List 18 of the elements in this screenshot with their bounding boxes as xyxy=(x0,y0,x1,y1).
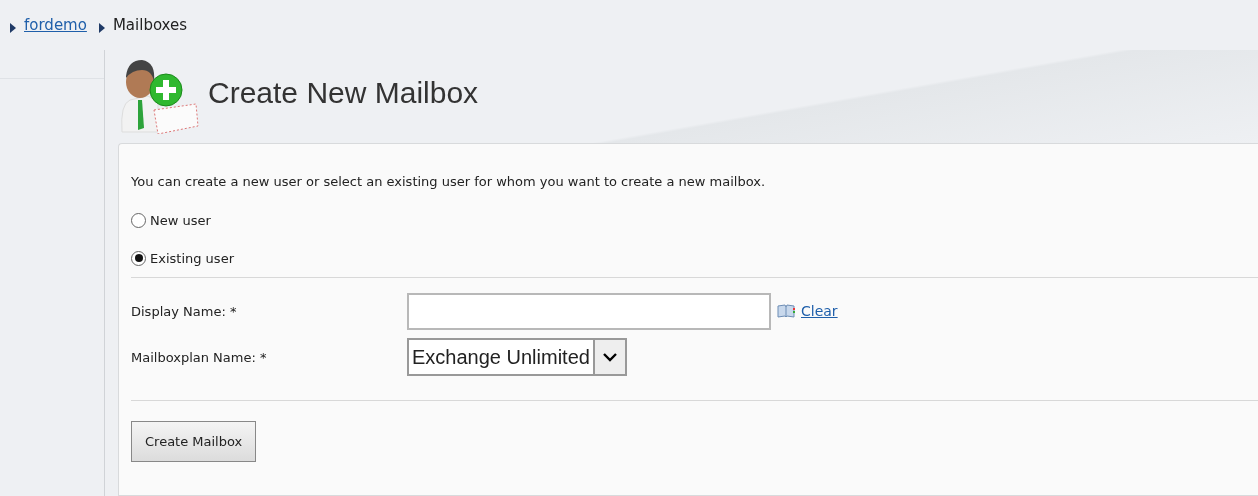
radio-button[interactable] xyxy=(131,250,146,266)
field-label: Display Name: * xyxy=(131,303,238,319)
page-title: Create New Mailbox xyxy=(208,75,479,110)
field-label: Mailboxplan Name: * xyxy=(131,349,268,365)
breadcrumb-arrow-icon xyxy=(98,23,105,33)
chevron-down-icon[interactable] xyxy=(602,352,617,362)
clear-link[interactable]: Clear xyxy=(801,303,838,319)
breadcrumb-arrow-icon xyxy=(10,23,16,33)
radio-label[interactable]: Existing user xyxy=(150,250,234,266)
radio-button[interactable] xyxy=(131,212,146,228)
address-book-icon[interactable] xyxy=(777,304,795,318)
text-field[interactable] xyxy=(407,292,771,330)
breadcrumb-current: Mailboxes xyxy=(112,16,188,34)
intro-text: You can create a new user or select an existing user for whom you want to create a new mailbox. xyxy=(131,174,767,189)
breadcrumb-link[interactable]: fordemo xyxy=(24,16,87,34)
plan-dropdown[interactable]: Exchange Unlimited xyxy=(407,338,627,376)
create-mailbox-button[interactable]: Create Mailbox xyxy=(131,421,257,462)
radio-label[interactable]: New user xyxy=(150,212,211,228)
